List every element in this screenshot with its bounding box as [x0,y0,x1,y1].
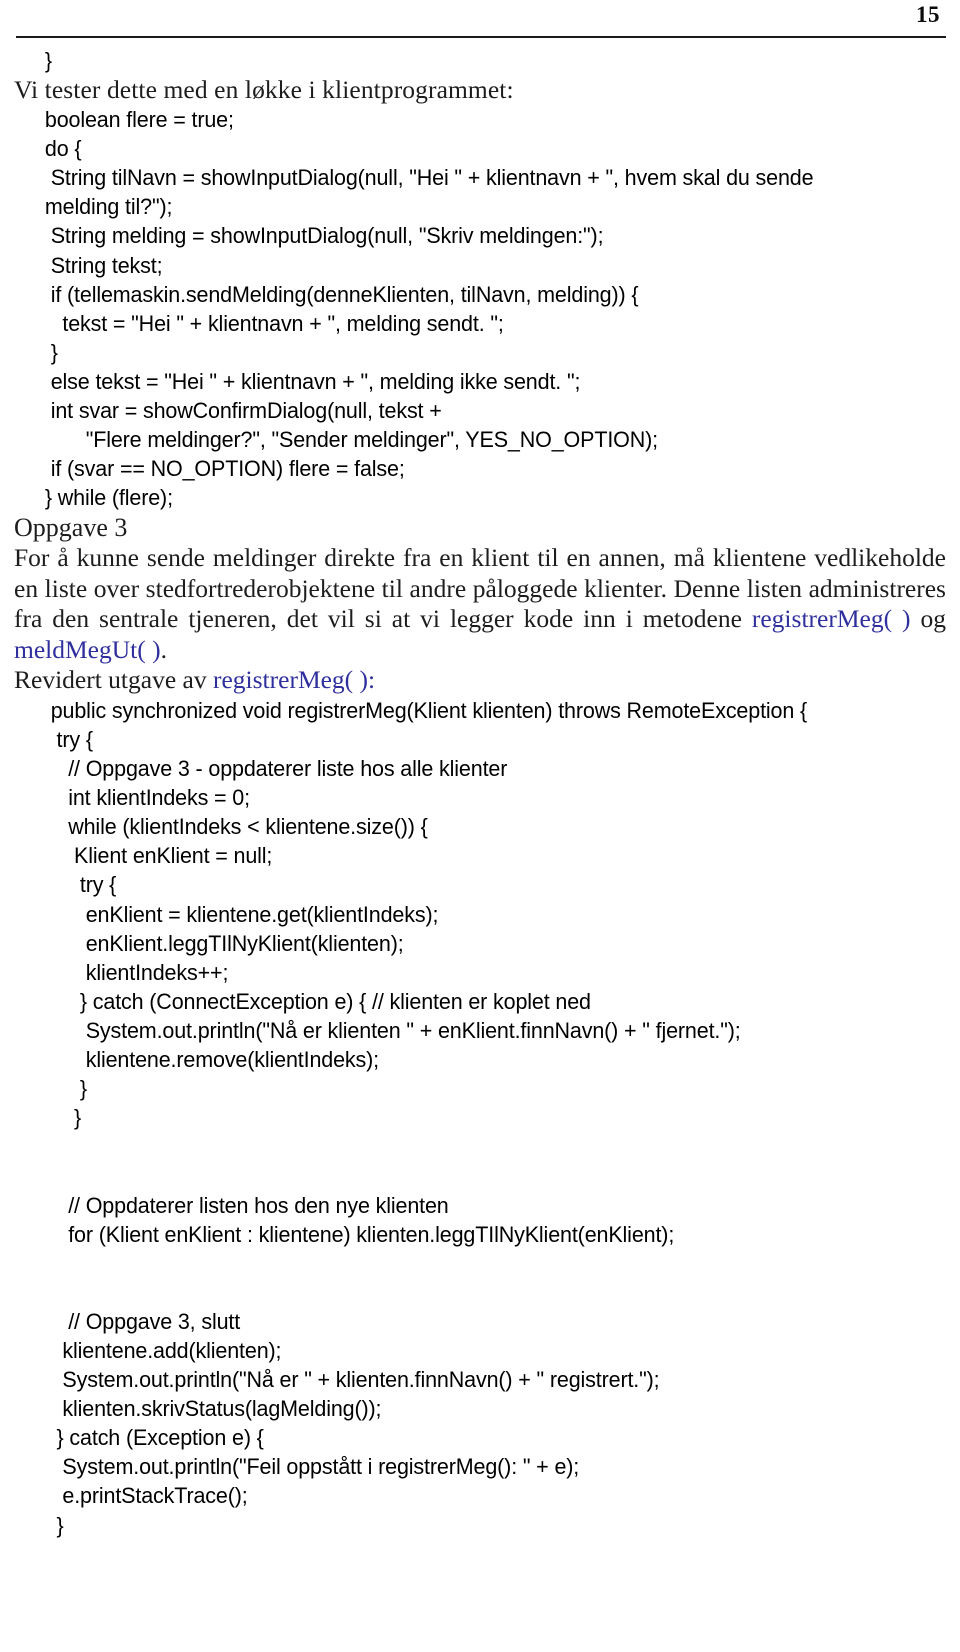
code-line: } catch (ConnectException e) { // klient… [44,988,591,1014]
code-line: if (tellemaskin.sendMelding(denneKliente… [44,281,639,307]
code-line: String tilNavn = showInputDialog(null, "… [44,165,814,191]
code-line: // Oppgave 3, slutt [44,1308,241,1334]
code-line: Klient enKlient = null; [44,843,273,869]
code-line: System.out.println("Nå er klienten " + e… [44,1017,741,1043]
method-link[interactable]: registrerMeg( ): [213,665,375,694]
section-heading: Oppgave 3 [14,513,128,543]
paragraph-text: og [910,604,947,634]
code-line: public synchronized void registrerMeg(Kl… [44,697,808,723]
paragraph: Revidert utgave av registrerMeg( ): [14,665,946,696]
document-page: 15 } Vi tester dette med en løkke i klien… [0,0,960,1652]
paragraph-text: . [160,634,167,664]
code-line: enKlient.leggTIlNyKlient(klienten); [44,930,404,956]
page-header: 15 [0,0,960,46]
code-line: } [44,339,58,365]
code-line: } while (flere); [44,485,173,511]
code-line: } catch (Exception e) { [44,1425,264,1451]
code-line: try { [44,872,117,898]
code-line: } [44,1105,82,1131]
page-content: } Vi tester dette med en løkke i klientpr… [0,46,960,1540]
code-line: try { [44,727,93,752]
header-rule [16,36,946,38]
code-line: System.out.println("Feil oppstått i regi… [44,1454,580,1480]
code-line: int svar = showConfirmDialog(null, tekst… [44,398,442,424]
code-line: do { [44,136,82,162]
code-line: tekst = "Hei " + klientnavn + ", melding… [44,310,504,336]
code-line: if (svar == NO_OPTION) flere = false; [44,456,405,482]
document-flow: } Vi tester dette med en løkke i klientpr… [14,46,946,1540]
code-line: System.out.println("Nå er " + klienten.f… [44,1367,660,1393]
code-line: klientIndeks++; [44,959,229,985]
code-line: "Flere meldinger?", "Sender meldinger", … [44,427,659,453]
code-line: klientene.remove(klientIndeks); [44,1047,380,1073]
code-line: // Oppgave 3 - oppdaterer liste hos alle… [44,756,508,782]
code-line: } [44,1512,64,1538]
code-line: e.printStackTrace(); [44,1483,248,1509]
code-line: klienten.skrivStatus(lagMelding()); [44,1396,382,1422]
prose-line: Vi tester dette med en løkke i klientpro… [14,75,514,105]
code-line: String melding = showInputDialog(null, "… [44,223,604,249]
code-line: while (klientIndeks < klientene.size()) … [44,814,428,840]
code-line: for (Klient enKlient : klientene) klient… [44,1221,675,1247]
paragraph-text: Revidert utgave av [14,665,213,695]
page-number: 15 [916,2,940,27]
code-line: int klientIndeks = 0; [44,785,250,811]
code-line: boolean flere = true; [44,107,234,133]
code-line: enKlient = klientene.get(klientIndeks); [44,901,439,927]
paragraph: For å kunne sende meldinger direkte fra … [14,543,946,665]
method-link[interactable]: meldMegUt( ) [14,635,161,664]
code-line: klientene.add(klienten); [44,1337,282,1363]
code-line: } [44,48,52,73]
code-line: else tekst = "Hei " + klientnavn + ", me… [44,368,581,394]
method-link[interactable]: registrerMeg( ) [752,604,911,633]
code-line: melding til?"); [44,194,173,220]
code-line: } [44,1076,87,1102]
code-line: String tekst; [44,252,163,278]
code-line: // Oppdaterer listen hos den nye kliente… [44,1192,449,1218]
